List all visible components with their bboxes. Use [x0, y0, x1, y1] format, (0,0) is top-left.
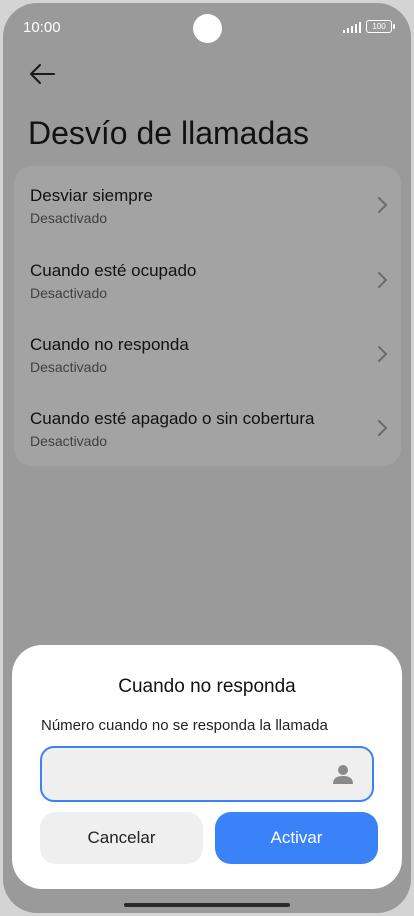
activate-button[interactable]: Activar [215, 812, 378, 864]
phone-number-field[interactable] [40, 746, 374, 802]
list-item-ocupado[interactable]: Cuando esté ocupado Desactivado [14, 241, 401, 311]
list-item-status: Desactivado [30, 359, 108, 375]
back-button[interactable] [27, 61, 57, 87]
list-item-title: Cuando esté ocupado [30, 261, 197, 280]
screen: 10:00 100 Desvío de llamadas Desviar sie… [3, 3, 411, 913]
home-indicator[interactable] [124, 903, 290, 907]
list-item-status: Desactivado [30, 433, 108, 449]
list-item-apagado[interactable]: Cuando esté apagado o sin cobertura Desa… [14, 389, 401, 459]
chevron-right-icon [378, 420, 387, 436]
list-item-desviar-siempre[interactable]: Desviar siempre Desactivado [14, 166, 401, 236]
chevron-right-icon [378, 272, 387, 288]
page-title: Desvío de llamadas [28, 115, 310, 151]
list-item-title: Cuando no responda [30, 335, 189, 354]
chevron-right-icon [378, 346, 387, 362]
list-item-title: Desviar siempre [30, 186, 153, 205]
settings-list: Desviar siempre Desactivado Cuando esté … [14, 166, 401, 466]
back-arrow-icon [30, 64, 55, 84]
cancel-button[interactable]: Cancelar [40, 812, 203, 864]
phone-number-input[interactable] [54, 748, 328, 802]
signal-icon [343, 21, 361, 33]
status-time: 10:00 [23, 19, 61, 36]
battery-icon: 100 [366, 20, 395, 33]
list-item-no-responda[interactable]: Cuando no responda Desactivado [14, 315, 401, 385]
bottom-sheet-dialog: Cuando no responda Número cuando no se r… [12, 645, 402, 889]
list-item-title: Cuando esté apagado o sin cobertura [30, 409, 315, 428]
camera-cutout [193, 14, 222, 43]
dialog-field-label: Número cuando no se responda la llamada [41, 717, 328, 734]
contact-icon[interactable] [332, 763, 354, 785]
list-item-status: Desactivado [30, 210, 108, 226]
chevron-right-icon [378, 197, 387, 213]
dialog-title: Cuando no responda [118, 676, 296, 697]
device-frame: 10:00 100 Desvío de llamadas Desviar sie… [0, 0, 414, 916]
list-item-status: Desactivado [30, 285, 108, 301]
